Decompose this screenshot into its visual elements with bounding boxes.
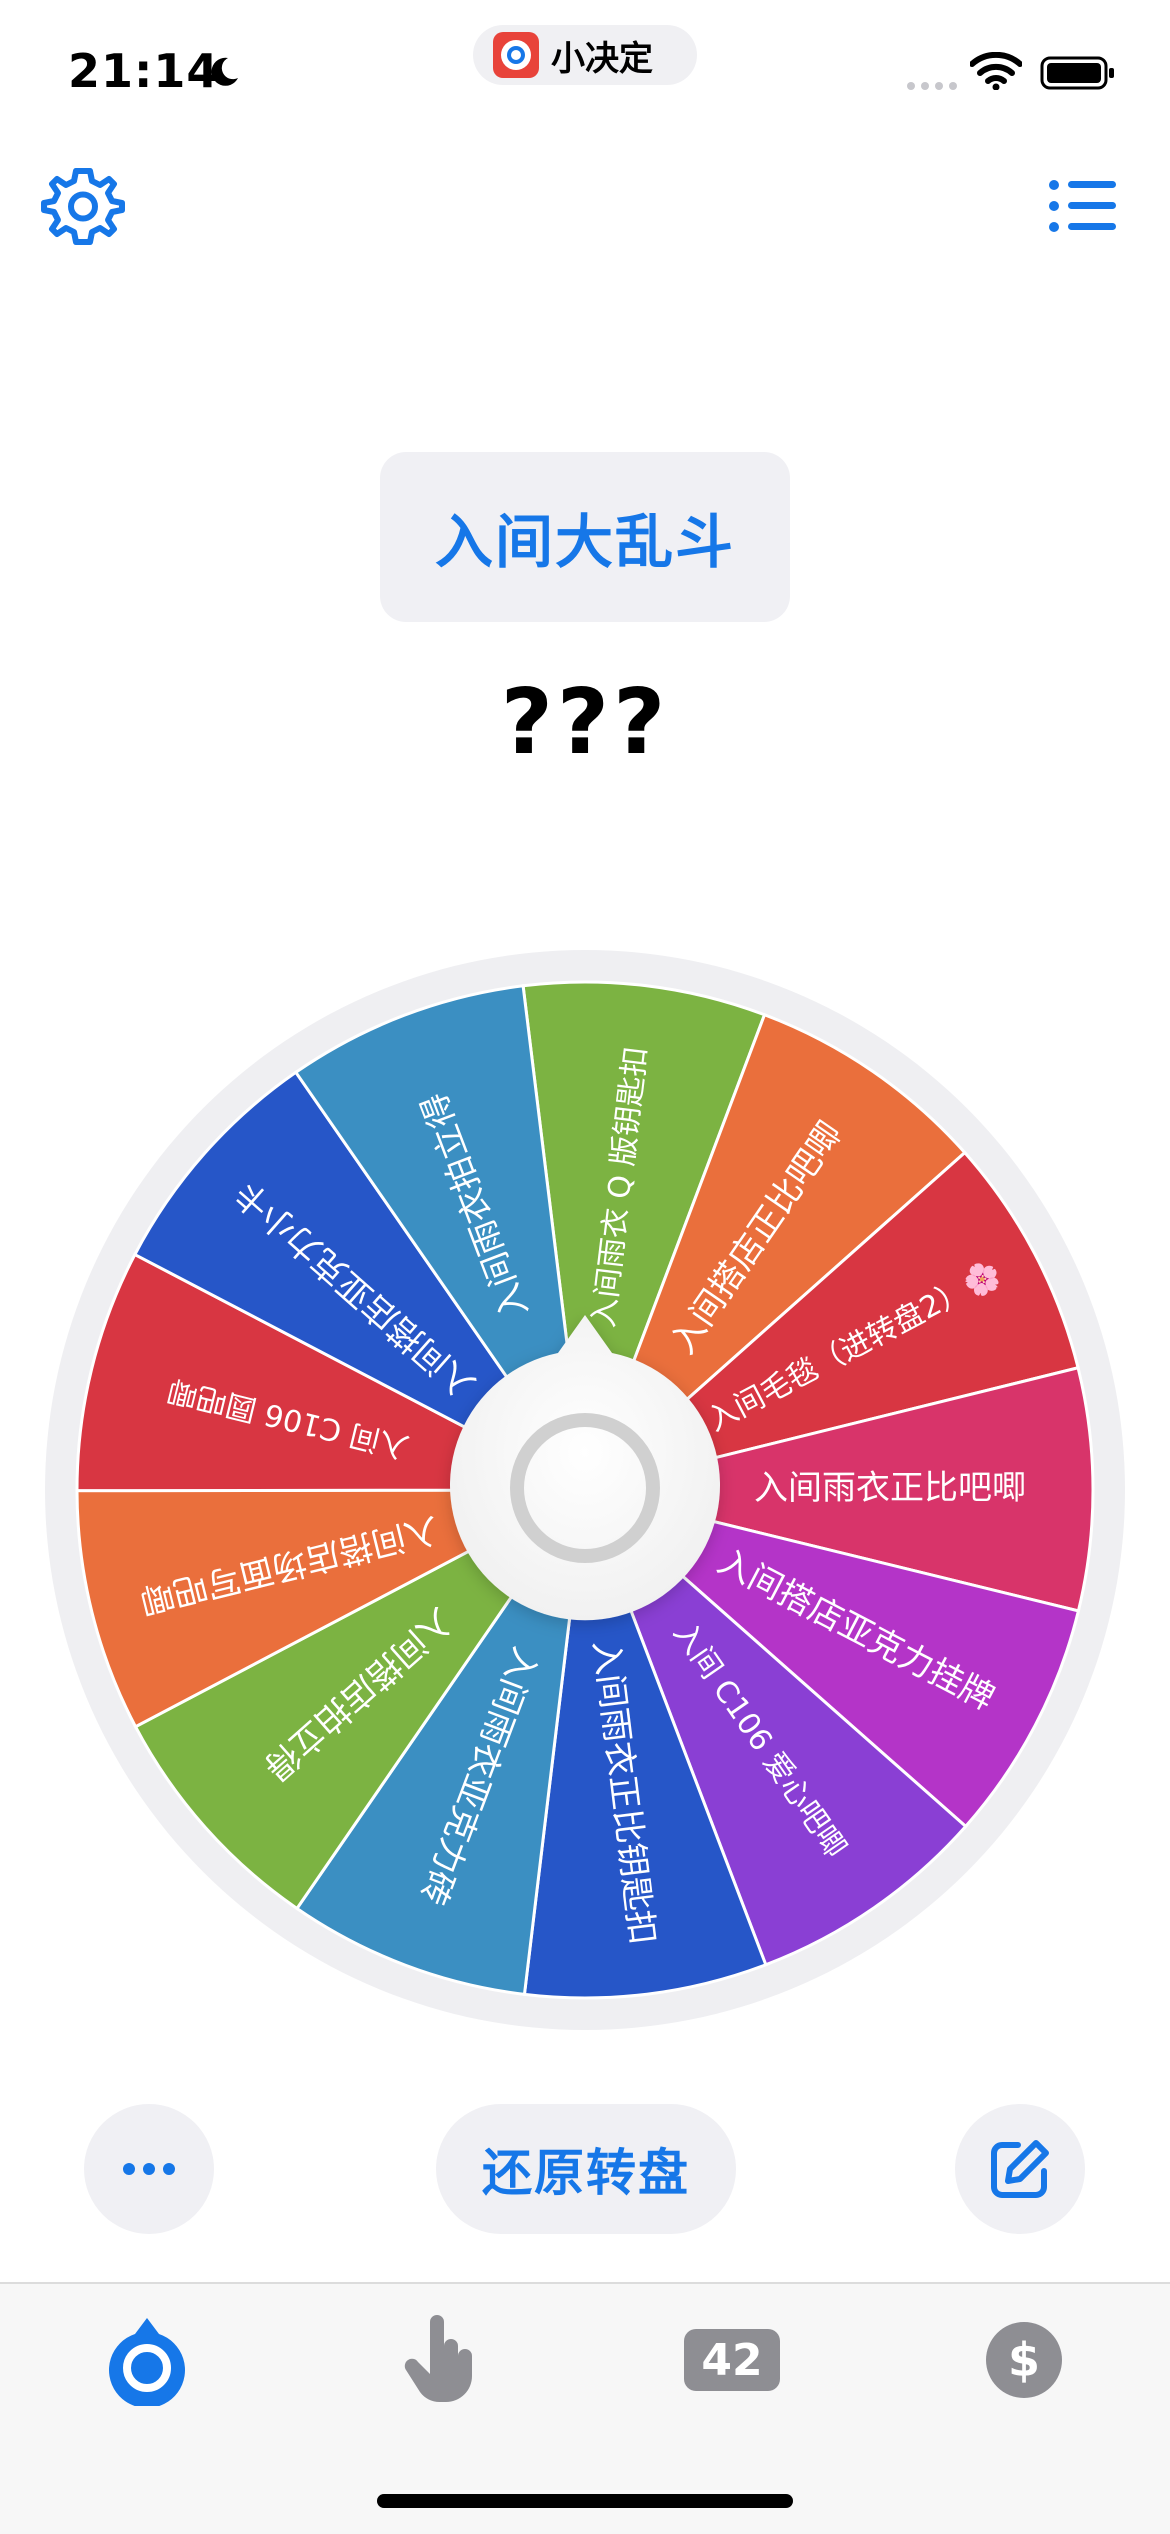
result-text: ???	[500, 670, 670, 775]
app-logo-icon	[493, 32, 539, 78]
edit-icon	[991, 2140, 1049, 2198]
hand-pointer-icon	[404, 2315, 472, 2403]
app-indicator[interactable]: 小决定	[473, 25, 697, 85]
tab-dollar[interactable]: $	[974, 2310, 1074, 2410]
reset-wheel-button[interactable]: 还原转盘	[436, 2104, 736, 2234]
more-options-button[interactable]	[84, 2104, 214, 2234]
svg-text:$: $	[1008, 2333, 1040, 2387]
spin-wheel[interactable]: 入间雨衣 Q 版钥匙扣 入间搭店正比吧唧入间毛毯（进转盘2）🌸入间雨衣正比吧唧入间…	[45, 950, 1125, 2030]
edit-button[interactable]	[955, 2104, 1085, 2234]
gear-icon[interactable]	[38, 161, 128, 251]
moon-icon	[211, 57, 238, 86]
wheel-title-button[interactable]: 入间大乱斗	[380, 452, 790, 622]
dollar-icon: $	[986, 2322, 1062, 2398]
tab-wheel[interactable]	[97, 2310, 197, 2410]
battery-icon	[1040, 56, 1114, 90]
status-time: 21:14	[68, 44, 220, 98]
wheel-segment-label: 入间雨衣正比吧唧	[754, 1468, 1026, 1508]
wheel-title: 入间大乱斗	[434, 508, 735, 576]
status-bar: 21:14 小决定	[0, 0, 1170, 140]
tab-number[interactable]: 42	[682, 2310, 782, 2410]
reset-wheel-label: 还原转盘	[482, 2144, 690, 2202]
tab-tap[interactable]	[392, 2310, 492, 2410]
wifi-icon	[970, 52, 1022, 90]
list-icon[interactable]	[1040, 161, 1130, 251]
wheel-tab-icon	[109, 2318, 185, 2406]
cellular-signal-icon	[907, 82, 957, 90]
app-name: 小决定	[551, 38, 653, 79]
ellipsis-icon	[123, 2163, 175, 2175]
number-badge: 42	[684, 2329, 780, 2391]
home-indicator	[377, 2494, 793, 2508]
